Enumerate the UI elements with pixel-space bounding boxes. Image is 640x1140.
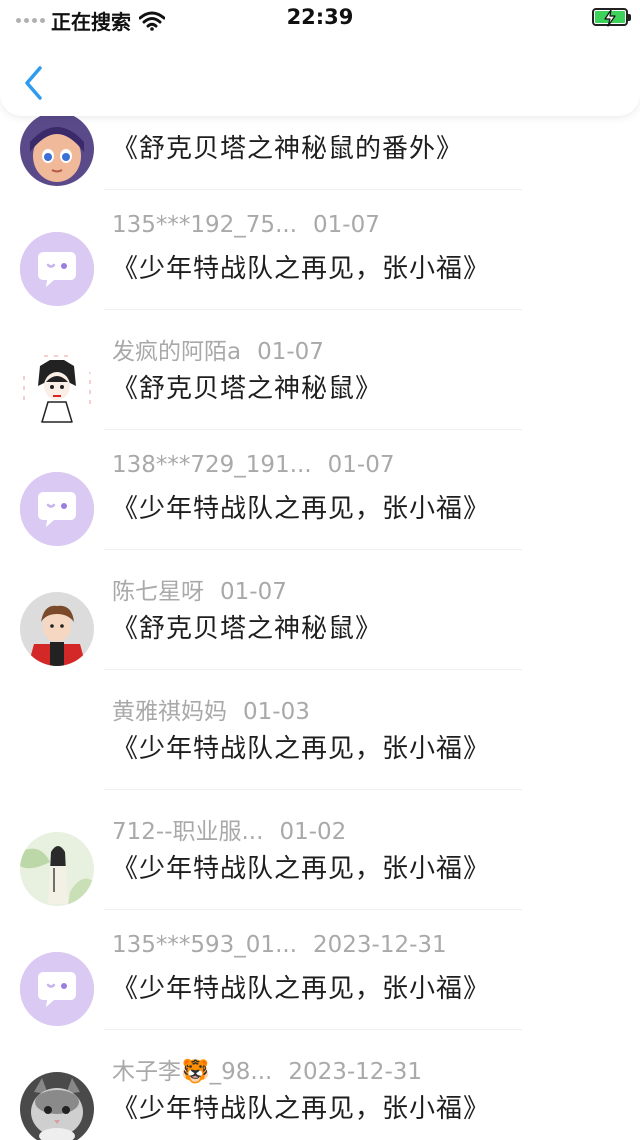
comment-date: 01-03 [243, 699, 310, 725]
comment-username[interactable]: 138***729_191... [112, 452, 312, 478]
comment-date: 01-07 [257, 339, 324, 365]
comment-book-title[interactable]: 《少年特战队之再见，张小福》 [112, 488, 490, 525]
comment-date: 2023-12-31 [288, 1059, 423, 1085]
red-jacket-avatar[interactable] [20, 592, 94, 666]
comment-book-title[interactable]: 《少年特战队之再见，张小福》 [112, 848, 490, 885]
comment-date: 01-07 [220, 579, 287, 605]
comment-username[interactable]: 陈七星呀 [112, 579, 204, 605]
comment-row[interactable]: 发疯的阿陌a 01-07 《舒克贝塔之神秘鼠》 [0, 310, 640, 430]
comment-book-title[interactable]: 《少年特战队之再见，张小福》 [112, 248, 490, 285]
blank-avatar[interactable] [20, 712, 94, 786]
comment-book-title[interactable]: 《少年特战队之再见，张小福》 [112, 1088, 490, 1125]
anime-sketch-avatar[interactable] [20, 352, 94, 426]
comment-row[interactable]: 712--职业服... 01-02 《少年特战队之再见，张小福》 [0, 790, 640, 910]
nav-header [0, 34, 640, 116]
status-bar: 正在搜索 22:39 [0, 0, 640, 36]
comment-row[interactable]: 黄雅祺妈妈 01-03 《少年特战队之再见，张小福》 [0, 670, 640, 790]
cartoon-girl-avatar[interactable] [20, 112, 94, 186]
comment-meta: 135***192_75... 01-07 [112, 212, 380, 238]
comment-username[interactable]: 135***192_75... [112, 212, 297, 238]
comment-row[interactable]: 木子李🐯_98... 2023-12-31 《少年特战队之再见，张小福》 [0, 1030, 640, 1140]
comment-meta: 黄雅祺妈妈 01-03 [112, 692, 310, 726]
comment-meta: 712--职业服... 01-02 [112, 812, 346, 846]
default-chat-avatar[interactable] [20, 472, 94, 546]
comment-username[interactable]: 712--职业服... [112, 819, 263, 845]
chevron-left-icon[interactable] [20, 64, 50, 102]
comment-date: 2023-12-31 [313, 932, 447, 958]
comment-book-title[interactable]: 《舒克贝塔之神秘鼠》 [112, 608, 382, 645]
comment-row[interactable]: 138***729_191... 01-07 《少年特战队之再见，张小福》 [0, 430, 640, 550]
default-chat-avatar[interactable] [20, 952, 94, 1026]
comment-meta: 发疯的阿陌a 01-07 [112, 332, 324, 366]
comment-book-title[interactable]: 《舒克贝塔之神秘鼠的番外》 [112, 128, 463, 165]
cat-photo-avatar[interactable] [20, 1072, 94, 1140]
comment-date: 01-07 [327, 452, 395, 478]
comment-meta: 138***729_191... 01-07 [112, 452, 394, 478]
comment-book-title[interactable]: 《少年特战队之再见，张小福》 [112, 728, 490, 765]
comment-meta: 135***593_01... 2023-12-31 [112, 932, 447, 958]
comment-row[interactable]: 陈七星呀 01-07 《舒克贝塔之神秘鼠》 [0, 550, 640, 670]
battery-icon [592, 8, 631, 27]
comment-date: 01-07 [313, 212, 380, 238]
comment-book-title[interactable]: 《少年特战队之再见，张小福》 [112, 968, 490, 1005]
comment-username[interactable]: 黄雅祺妈妈 [112, 699, 227, 725]
comment-row[interactable]: 135***593_01... 2023-12-31 《少年特战队之再见，张小福》 [0, 910, 640, 1030]
comment-date: 01-02 [279, 819, 347, 845]
default-chat-avatar[interactable] [20, 232, 94, 306]
comment-book-title[interactable]: 《舒克贝塔之神秘鼠》 [112, 368, 382, 405]
comment-row[interactable]: 135***192_75... 01-07 《少年特战队之再见，张小福》 [0, 190, 640, 310]
comment-username[interactable]: 发疯的阿陌a [112, 339, 241, 365]
green-painting-avatar[interactable] [20, 832, 94, 906]
comment-username[interactable]: 135***593_01... [112, 932, 297, 958]
comment-meta: 木子李🐯_98... 2023-12-31 [112, 1052, 422, 1086]
comment-list: 《舒克贝塔之神秘鼠的番外》 135***192_75... 01-07 《少年特战队之… [0, 0, 640, 1140]
comment-username[interactable]: 木子李🐯_98... [112, 1059, 272, 1085]
comment-meta: 陈七星呀 01-07 [112, 572, 287, 606]
status-time: 22:39 [286, 5, 354, 29]
